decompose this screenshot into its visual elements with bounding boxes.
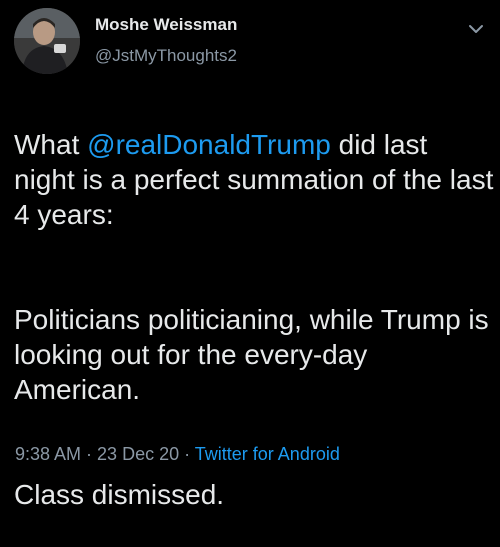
tweet-source-link[interactable]: Twitter for Android <box>195 444 340 464</box>
meta-separator: · <box>179 444 195 464</box>
tweet-paragraph: What @realDonaldTrump did last night is … <box>14 127 494 232</box>
tweet-paragraph: Politicians politicianing, while Trump i… <box>14 304 489 405</box>
profile-photo-icon <box>14 8 80 74</box>
chevron-down-icon[interactable] <box>465 18 487 40</box>
avatar[interactable] <box>14 8 80 74</box>
mention-link[interactable]: @realDonaldTrump <box>87 129 331 160</box>
tweet-date[interactable]: 23 Dec 20 <box>97 444 179 464</box>
tweet-text-segment: What <box>14 129 88 160</box>
tweet-card: Moshe Weissman @JstMyThoughts2 What @rea… <box>0 0 500 510</box>
meta-separator: · <box>81 444 98 464</box>
tweet-time[interactable]: 9:38 AM <box>15 444 81 464</box>
tweet-text: What @realDonaldTrump did last night is … <box>14 92 494 547</box>
tweet-metadata: 9:38 AM · 23 Dec 20 · Twitter for Androi… <box>15 444 340 465</box>
display-name[interactable]: Moshe Weissman <box>95 15 237 35</box>
tweet-paragraph: Class dismissed. <box>14 479 225 510</box>
user-handle[interactable]: @JstMyThoughts2 <box>95 46 237 66</box>
